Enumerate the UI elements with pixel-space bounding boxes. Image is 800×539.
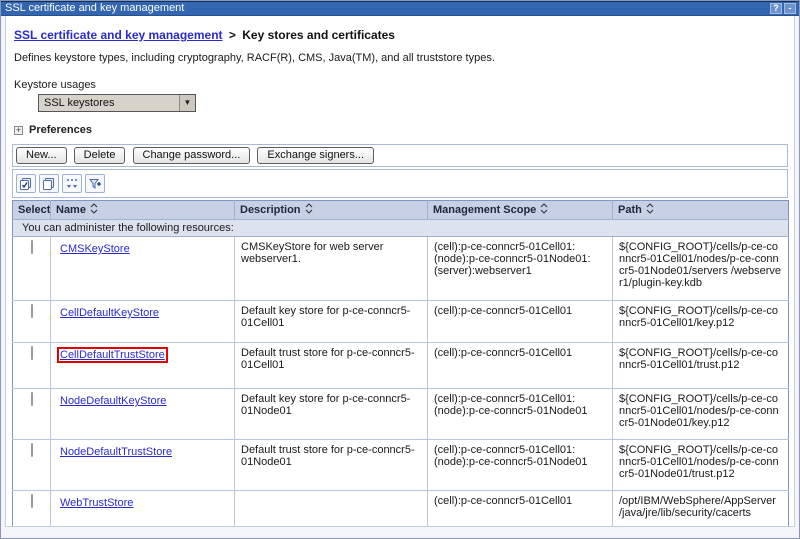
- table-row: WebTrustStore (cell):p-ce-conncr5-01Cell…: [13, 491, 789, 528]
- table-row: NodeDefaultKeyStore Default key store fo…: [13, 389, 789, 440]
- path-cell: ${CONFIG_ROOT}/cells/p-ce-conncr5-01Cell…: [613, 389, 789, 440]
- scope-cell: (cell):p-ce-conncr5-01Cell01: (node):p-c…: [428, 389, 613, 440]
- scope-cell: (cell):p-ce-conncr5-01Cell01: [428, 343, 613, 389]
- description-cell: Default trust store for p-ce-conncr5-01N…: [235, 440, 428, 491]
- name-highlight-box: NodeDefaultKeyStore: [57, 393, 169, 409]
- keystore-link[interactable]: CMSKeyStore: [60, 243, 130, 255]
- keystore-usages-label: Keystore usages: [14, 79, 786, 91]
- row-checkbox[interactable]: [31, 443, 33, 457]
- scope-cell: (cell):p-ce-conncr5-01Cell01: [428, 491, 613, 528]
- row-checkbox[interactable]: [31, 346, 33, 360]
- table-row: CellDefaultTrustStore Default trust stor…: [13, 343, 789, 389]
- select-cell: [13, 343, 51, 389]
- path-cell: /opt/IBM/WebSphere/AppServer /java/jre/l…: [613, 491, 789, 528]
- description-cell: Default key store for p-ce-conncr5-01Cel…: [235, 301, 428, 343]
- help-icon[interactable]: ?: [770, 3, 782, 14]
- name-cell: NodeDefaultKeyStore: [51, 389, 235, 440]
- table-row: NodeDefaultTrustStore Default trust stor…: [13, 440, 789, 491]
- table-icon-bar: [12, 169, 788, 198]
- keystore-usages-value: SSL keystores: [39, 97, 179, 109]
- window-title: SSL certificate and key management: [5, 2, 768, 15]
- table-button-bar: New... Delete Change password... Exchang…: [12, 144, 788, 167]
- name-cell: CMSKeyStore: [51, 237, 235, 301]
- table-header-row: Select Name Description Management Scope…: [13, 201, 789, 220]
- sort-icon[interactable]: [305, 203, 313, 217]
- name-highlight-box: CellDefaultKeyStore: [57, 305, 162, 321]
- path-cell: ${CONFIG_ROOT}/cells/p-ce-conncr5-01Cell…: [613, 301, 789, 343]
- table-caption: You can administer the following resourc…: [13, 220, 789, 237]
- scope-cell: (cell):p-ce-conncr5-01Cell01: [428, 301, 613, 343]
- table-caption-row: You can administer the following resourc…: [13, 220, 789, 237]
- path-cell: ${CONFIG_ROOT}/cells/p-ce-conncr5-01Cell…: [613, 440, 789, 491]
- name-cell: NodeDefaultTrustStore: [51, 440, 235, 491]
- show-filter-icon[interactable]: [62, 174, 82, 193]
- exchange-signers-button[interactable]: Exchange signers...: [257, 147, 374, 164]
- description-cell: [235, 491, 428, 528]
- minimize-icon[interactable]: -: [784, 3, 796, 14]
- dropdown-arrow-icon[interactable]: ▼: [179, 95, 195, 111]
- row-checkbox[interactable]: [31, 494, 33, 508]
- name-cell: CellDefaultTrustStore: [51, 343, 235, 389]
- preferences-toggle[interactable]: + Preferences: [14, 124, 786, 136]
- deselect-all-icon[interactable]: [39, 174, 59, 193]
- column-header-scope[interactable]: Management Scope: [428, 201, 613, 220]
- page-description: Defines keystore types, including crypto…: [14, 52, 786, 64]
- row-checkbox[interactable]: [31, 304, 33, 318]
- path-cell: ${CONFIG_ROOT}/cells/p-ce-conncr5-01Cell…: [613, 237, 789, 301]
- window-titlebar: SSL certificate and key management ? -: [1, 1, 799, 16]
- breadcrumb-separator: >: [229, 28, 236, 42]
- keystore-link[interactable]: NodeDefaultKeyStore: [60, 395, 166, 407]
- column-header-select: Select: [13, 201, 51, 220]
- select-cell: [13, 301, 51, 343]
- breadcrumb-link[interactable]: SSL certificate and key management: [14, 28, 223, 42]
- column-header-description[interactable]: Description: [235, 201, 428, 220]
- keystore-link[interactable]: WebTrustStore: [60, 497, 133, 509]
- hide-filter-icon[interactable]: [85, 174, 105, 193]
- table-body: CMSKeyStore CMSKeyStore for web server w…: [13, 237, 789, 528]
- name-cell: WebTrustStore: [51, 491, 235, 528]
- select-cell: [13, 440, 51, 491]
- column-header-path[interactable]: Path: [613, 201, 789, 220]
- path-cell: ${CONFIG_ROOT}/cells/p-ce-conncr5-01Cell…: [613, 343, 789, 389]
- select-cell: [13, 237, 51, 301]
- name-highlight-box: CellDefaultTrustStore: [57, 347, 168, 363]
- description-cell: CMSKeyStore for web server webserver1.: [235, 237, 428, 301]
- keystore-link[interactable]: CellDefaultKeyStore: [60, 307, 159, 319]
- keystore-usages-group: Keystore usages SSL keystores ▼: [14, 79, 786, 112]
- select-cell: [13, 491, 51, 528]
- sort-icon[interactable]: [540, 203, 548, 217]
- preferences-label: Preferences: [29, 124, 92, 136]
- keystore-link[interactable]: NodeDefaultTrustStore: [60, 446, 172, 458]
- name-cell: CellDefaultKeyStore: [51, 301, 235, 343]
- description-cell: Default key store for p-ce-conncr5-01Nod…: [235, 389, 428, 440]
- sort-icon[interactable]: [90, 203, 98, 217]
- content-pane: SSL certificate and key management > Key…: [5, 16, 795, 527]
- name-highlight-box: NodeDefaultTrustStore: [57, 444, 175, 460]
- new-button[interactable]: New...: [16, 147, 67, 164]
- name-highlight-box: CMSKeyStore: [57, 241, 133, 257]
- select-cell: [13, 389, 51, 440]
- select-all-icon[interactable]: [16, 174, 36, 193]
- scope-cell: (cell):p-ce-conncr5-01Cell01: (node):p-c…: [428, 237, 613, 301]
- breadcrumb-current: Key stores and certificates: [242, 28, 395, 42]
- window: SSL certificate and key management ? - S…: [0, 0, 800, 539]
- table-row: CellDefaultKeyStore Default key store fo…: [13, 301, 789, 343]
- delete-button[interactable]: Delete: [74, 147, 126, 164]
- change-password-button[interactable]: Change password...: [133, 147, 251, 164]
- breadcrumb: SSL certificate and key management > Key…: [14, 28, 786, 42]
- keystores-table: Select Name Description Management Scope…: [12, 200, 789, 527]
- table-row: CMSKeyStore CMSKeyStore for web server w…: [13, 237, 789, 301]
- sort-icon[interactable]: [646, 203, 654, 217]
- row-checkbox[interactable]: [31, 392, 33, 406]
- scope-cell: (cell):p-ce-conncr5-01Cell01: (node):p-c…: [428, 440, 613, 491]
- keystore-link[interactable]: CellDefaultTrustStore: [60, 349, 165, 361]
- name-highlight-box: WebTrustStore: [57, 495, 136, 511]
- row-checkbox[interactable]: [31, 240, 33, 254]
- keystore-usages-select[interactable]: SSL keystores ▼: [38, 94, 196, 112]
- column-header-name[interactable]: Name: [51, 201, 235, 220]
- expand-plus-icon[interactable]: +: [14, 126, 23, 135]
- description-cell: Default trust store for p-ce-conncr5-01C…: [235, 343, 428, 389]
